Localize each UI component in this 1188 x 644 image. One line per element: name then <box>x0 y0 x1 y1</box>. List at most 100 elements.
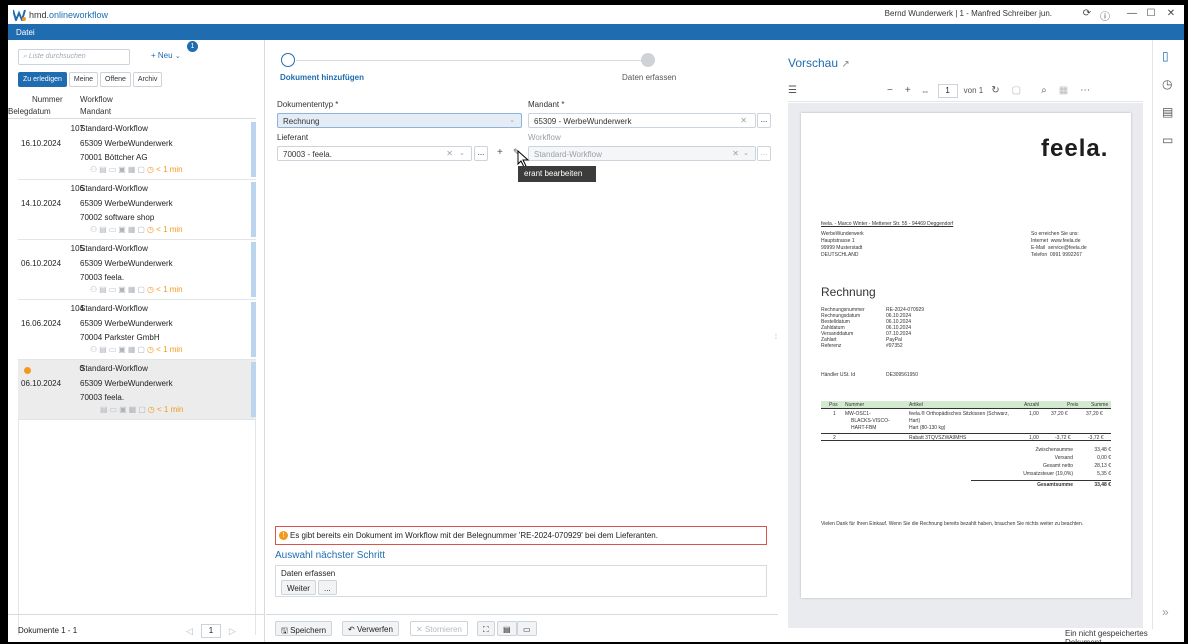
splitter-handle[interactable]: ⁞ <box>775 334 777 341</box>
workflow-label: Workflow <box>528 133 561 142</box>
zoom-in-icon[interactable]: + <box>905 85 911 96</box>
maximize-icon[interactable]: ☐ <box>1144 8 1158 19</box>
page-count: von 1 <box>963 86 984 95</box>
more-icon[interactable]: ⋯ <box>1080 85 1090 96</box>
item-mandant: 65309 WerbeWunderwerk <box>80 139 173 148</box>
duplicate-warning: ! Es gibt bereits ein Dokument im Workflo… <box>275 526 767 545</box>
discard-button[interactable]: ↶ Verwerfen <box>342 621 399 636</box>
list-item-selected[interactable]: 0 06.10.2024 Standard-Workflow 65309 WerbeW… <box>18 360 256 420</box>
doctype-select[interactable]: Rechnung ⌄ <box>277 113 522 128</box>
items-table-header: Pos Nummer Artikel Anzahl Preis Summe <box>821 401 1111 409</box>
row-indicator <box>251 242 256 297</box>
notes-button[interactable]: ▤ <box>497 621 517 636</box>
col-mandant[interactable]: Mandant <box>80 107 111 116</box>
history-icon[interactable]: ◷ <box>1162 77 1172 91</box>
outline-icon[interactable]: ☰ <box>788 85 797 96</box>
tab-zu-erledigen[interactable]: Zu erledigen <box>18 72 67 87</box>
list-item[interactable]: 104 16.06.2024 Standard-Workflow 65309 Werb… <box>18 300 256 360</box>
invoice-meta: Rechnungsnummer RE-2024-070929 Rechnungsd… <box>821 307 925 349</box>
workflow-more-button: ... <box>757 146 771 161</box>
preview-page-input[interactable]: 1 <box>937 83 958 98</box>
tab-archiv[interactable]: Archiv <box>132 72 163 87</box>
tab-offene[interactable]: Offene <box>100 72 131 87</box>
item-workflow: Standard-Workflow <box>80 124 148 133</box>
zoom-out-icon[interactable]: − <box>887 85 893 96</box>
pages-icon[interactable]: ▢ <box>1012 85 1021 96</box>
row-indicator <box>251 362 256 417</box>
sender-line: feela. - Marco Winter - Mettener Str. 55… <box>821 221 954 227</box>
status-text: Ein nicht gespeichertes Dokument <box>1065 629 1184 642</box>
comment-icon[interactable]: ▭ <box>1162 133 1173 147</box>
item-mandant: 65309 WerbeWunderwerk <box>80 199 173 208</box>
lieferant-more-button[interactable]: ... <box>474 146 488 161</box>
action-bar: 🖫 Speichern ↶ Verwerfen ✕ Stornieren ⛶ ▤… <box>266 614 778 642</box>
new-button[interactable]: + Neu ⌄ <box>151 51 181 60</box>
item-mandant: 65309 WerbeWunderwerk <box>80 319 173 328</box>
rotate-icon[interactable]: ↻ <box>991 85 999 96</box>
clear-icon: ✕ <box>740 116 747 125</box>
mandant-label: Mandant * <box>528 100 565 109</box>
mandant-select[interactable]: 65309 - WerbeWunderwerk ✕ <box>528 113 756 128</box>
document-preview-icon[interactable]: ▯ <box>1162 49 1169 63</box>
external-link-icon[interactable]: ↗ <box>841 59 849 70</box>
menu-bar: Datei <box>8 24 1184 40</box>
search-input[interactable]: ⌕ Liste durchsuchen <box>18 49 130 65</box>
next-step-box: Daten erfassen Weiter ... <box>275 565 767 597</box>
workflow-list-panel: ⌕ Liste durchsuchen + Neu ⌄ 1 Zu erledig… <box>8 40 265 642</box>
row-indicator <box>251 302 256 357</box>
contact-block: So erreichen Sie uns: Internet www.feela… <box>1031 231 1087 258</box>
item-date: 06.10.2024 <box>21 259 62 268</box>
invoice-heading: Rechnung <box>821 285 876 299</box>
collapse-icon[interactable]: » <box>1162 605 1169 619</box>
form-panel: Dokument hinzufügen Daten erfassen Dokum… <box>266 40 778 642</box>
item-date: 16.06.2024 <box>21 319 62 328</box>
title-bar: hmd.onlineworkflow Bernd Wunderwerk | 1 … <box>8 5 1184 24</box>
page-input[interactable]: 1 <box>200 624 221 638</box>
notes-icon[interactable]: ▤ <box>1162 105 1173 119</box>
help-icon[interactable]: ⓘ <box>1098 8 1112 23</box>
fit-width-icon[interactable]: ⇔ <box>921 86 930 96</box>
col-workflow[interactable]: Workflow <box>80 95 113 104</box>
scan-icon: ⛶ <box>483 625 489 634</box>
status-icons: ⚇▤▭▣▦▢◷ < 1 min <box>90 285 183 294</box>
prev-page-icon[interactable]: ◁ <box>186 626 193 637</box>
warning-text: Es gibt bereits ein Dokument im Workflow… <box>290 531 658 540</box>
item-workflow: Standard-Workflow <box>80 244 148 253</box>
chevron-down-icon: ⌄ <box>509 117 515 124</box>
scan-button[interactable]: ⛶ <box>477 621 495 636</box>
close-icon[interactable]: ✕ <box>1164 8 1178 19</box>
tooltip: erant bearbeiten <box>518 166 596 182</box>
list-item[interactable]: 105 06.10.2024 Standard-Workflow 65309 Werb… <box>18 240 256 300</box>
lieferant-select[interactable]: 70003 - feela. ✕ ⌄ <box>277 146 472 161</box>
weiter-button[interactable]: Weiter <box>281 580 316 595</box>
print-icon[interactable]: ▦ <box>1059 85 1068 96</box>
preview-document-area[interactable]: feela. feela. - Marco Winter - Mettener … <box>788 103 1143 628</box>
col-nummer[interactable]: Nummer <box>32 95 63 104</box>
tab-meine[interactable]: Meine <box>68 72 98 87</box>
list-footer: Dokumente 1 - 1 ◁ 1 ▷ <box>8 614 265 642</box>
menu-datei[interactable]: Datei <box>16 28 35 37</box>
preview-title: Vorschau ↗ <box>788 56 850 70</box>
step-options-button[interactable]: ... <box>318 580 337 595</box>
item-date: 06.10.2024 <box>21 379 62 388</box>
list-item[interactable]: 106 14.10.2024 Standard-Workflow 65309 Werb… <box>18 180 256 240</box>
next-page-icon[interactable]: ▷ <box>229 626 236 637</box>
step-1-indicator[interactable] <box>281 53 295 67</box>
minimize-icon[interactable]: — <box>1125 8 1139 19</box>
row-indicator <box>251 122 256 177</box>
workflow-list: 107 16.10.2024 Standard-Workflow 65309 Werb… <box>18 120 256 420</box>
save-button[interactable]: 🖫 Speichern <box>275 621 333 636</box>
refresh-icon[interactable]: ⟳ <box>1080 8 1094 19</box>
mandant-more-button[interactable]: ... <box>757 113 771 128</box>
list-item[interactable]: 107 16.10.2024 Standard-Workflow 65309 Werb… <box>18 120 256 180</box>
comment-button[interactable]: ▭ <box>517 621 537 636</box>
item-partner: 70003 feela. <box>80 273 125 282</box>
step-2-indicator[interactable] <box>641 53 655 67</box>
document-count: Dokumente 1 - 1 <box>18 626 78 635</box>
recipient-address: WerbeWunderwerk Hauptstrasse 1 99999 Muste… <box>821 231 864 258</box>
status-icons: ▤▭▣▦▢◷ < 1 min <box>100 405 184 414</box>
add-lieferant-icon[interactable]: + <box>497 147 503 158</box>
ust-id: Händler USt. Id DE309561950 <box>821 372 918 378</box>
search-icon[interactable]: ⌕ <box>1041 85 1047 96</box>
col-belegdatum[interactable]: Belegdatum <box>8 107 51 116</box>
